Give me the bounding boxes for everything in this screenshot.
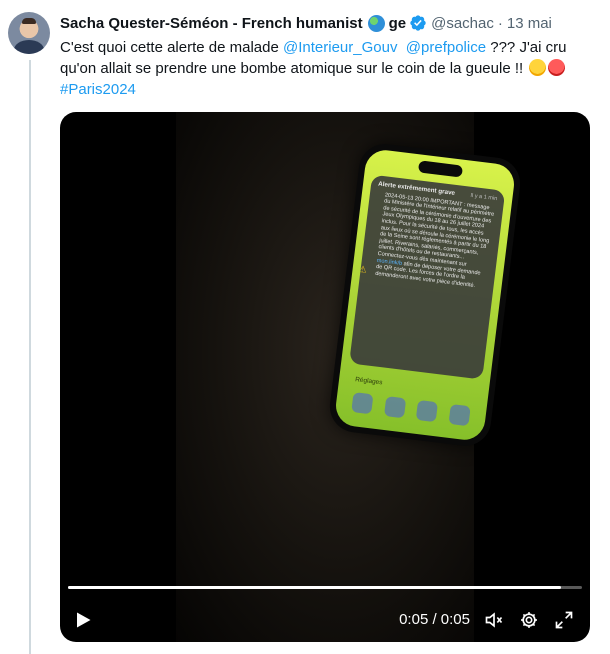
gear-icon[interactable] bbox=[519, 610, 539, 630]
author-name-suffix[interactable]: ge bbox=[389, 15, 407, 32]
tweet-header: Sacha Quester-Séméon - French humanist g… bbox=[60, 12, 600, 34]
dock-app-icon bbox=[383, 396, 407, 419]
tweet-text: C'est quoi cette alerte de malade @Inter… bbox=[60, 37, 605, 100]
warning-icon: ⚠ bbox=[358, 263, 368, 275]
mention-interieur-gouv[interactable]: @Interieur_Gouv bbox=[283, 39, 397, 56]
alert-body-text: 2024-05-13 20:00 IMPORTANT : message du … bbox=[377, 191, 495, 268]
video-controls: 0:05 / 0:05 bbox=[60, 602, 590, 638]
author-name[interactable]: Sacha Quester-Séméon - French humanist bbox=[60, 15, 363, 32]
author-handle[interactable]: @sachac bbox=[431, 15, 494, 32]
avatar-shirt bbox=[14, 40, 44, 54]
avatar-hair bbox=[22, 18, 36, 24]
globe-emoji-icon bbox=[367, 14, 385, 32]
thread-line bbox=[29, 60, 31, 654]
phone-in-video: Il y a 1 min Alerte extrêmement grave ⚠ … bbox=[326, 141, 524, 449]
separator-dot: · bbox=[497, 14, 503, 32]
dock-app-icon bbox=[351, 392, 374, 415]
volume-icon[interactable] bbox=[484, 610, 504, 630]
alert-time: Il y a 1 min bbox=[470, 192, 498, 203]
fullscreen-icon[interactable] bbox=[554, 610, 574, 630]
video-time: 0:05 / 0:05 bbox=[399, 611, 470, 628]
hashtag-paris2024[interactable]: #Paris2024 bbox=[60, 81, 136, 98]
phone-notch bbox=[417, 160, 464, 178]
video-frame: Il y a 1 min Alerte extrêmement grave ⚠ … bbox=[176, 112, 524, 642]
dock-app-icon bbox=[448, 403, 471, 427]
tweet-text-part1: C'est quoi cette alerte de malade bbox=[60, 39, 283, 56]
tweet-date[interactable]: 13 mai bbox=[507, 15, 552, 32]
avatar[interactable] bbox=[8, 12, 50, 54]
alert-body: 2024-05-13 20:00 IMPORTANT : message du … bbox=[367, 191, 497, 291]
play-icon[interactable] bbox=[74, 611, 92, 629]
phone-screen: Il y a 1 min Alerte extrêmement grave ⚠ … bbox=[333, 147, 517, 443]
video-progress-bar[interactable] bbox=[68, 586, 582, 589]
dock-app-icon bbox=[415, 399, 439, 423]
phone-dock bbox=[345, 391, 477, 431]
angry-emoji-icon bbox=[548, 59, 566, 76]
settings-label: Réglages bbox=[354, 376, 383, 387]
emergency-alert: Il y a 1 min Alerte extrêmement grave ⚠ … bbox=[349, 174, 506, 380]
verified-badge-icon[interactable] bbox=[409, 14, 427, 32]
mention-prefpolice[interactable]: @prefpolice bbox=[406, 39, 486, 56]
video-progress-fill bbox=[68, 586, 562, 589]
video-player[interactable]: Il y a 1 min Alerte extrêmement grave ⚠ … bbox=[60, 112, 590, 642]
scream-emoji-icon bbox=[529, 59, 547, 76]
